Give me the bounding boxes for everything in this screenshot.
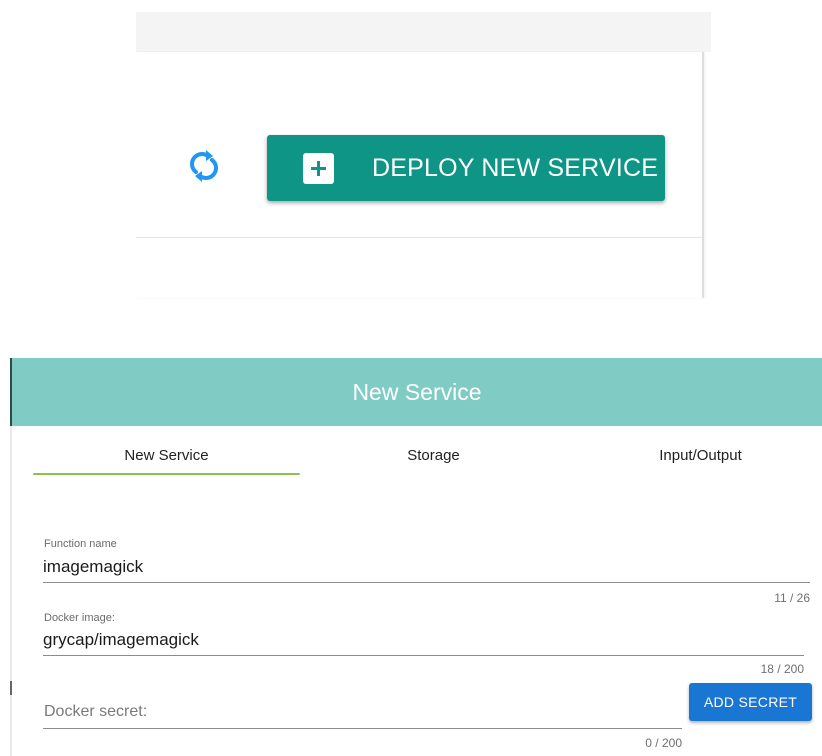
refresh-button[interactable] (186, 146, 222, 186)
docker-image-label: Docker image: (44, 612, 115, 624)
docker-image-input[interactable] (43, 629, 783, 651)
deploy-button-label: DEPLOY NEW SERVICE (372, 154, 659, 182)
add-secret-button[interactable]: ADD SECRET (689, 683, 812, 721)
docker-secret-input[interactable] (44, 700, 674, 724)
tab-input-output[interactable]: Input/Output (567, 438, 822, 474)
toolbar-divider (136, 237, 702, 238)
docker-secret-counter: 0 / 200 (645, 736, 682, 750)
function-name-label: Function name (44, 538, 117, 550)
tab-storage[interactable]: Storage (300, 438, 567, 474)
docker-image-underline (43, 655, 804, 656)
plus-box-icon (303, 153, 334, 184)
function-name-underline (43, 582, 810, 583)
dialog-title: New Service (352, 379, 482, 405)
refresh-icon (190, 150, 218, 182)
tab-new-service[interactable]: New Service (33, 438, 300, 475)
docker-image-counter: 18 / 200 (760, 662, 804, 676)
toolbar-background (136, 12, 711, 52)
deploy-new-service-button[interactable]: DEPLOY NEW SERVICE (267, 135, 665, 201)
function-name-input[interactable] (43, 556, 783, 578)
function-name-counter: 11 / 26 (774, 591, 810, 605)
docker-secret-underline (43, 728, 682, 729)
dialog-header: New Service (12, 358, 822, 426)
